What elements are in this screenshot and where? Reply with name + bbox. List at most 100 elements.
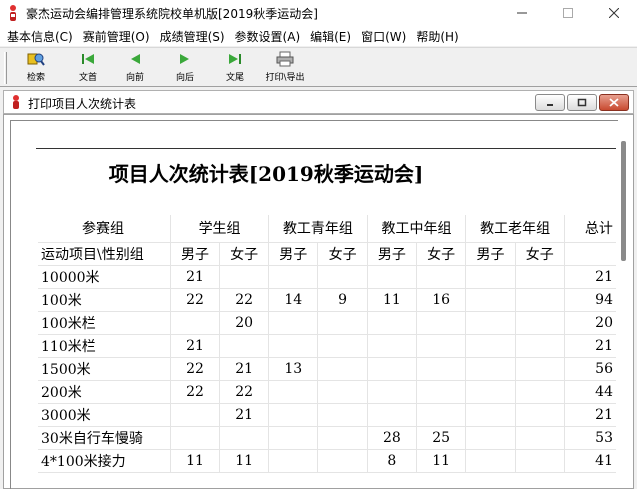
count-cell [317,334,368,358]
event-name: 100米 [38,288,171,312]
next-button[interactable]: 向后 [161,51,209,85]
count-cell: 11 [367,288,418,312]
minimize-button[interactable] [499,0,545,26]
total-cell: 94 [564,288,616,312]
header-gender: 男子 [170,242,221,266]
count-cell: 28 [367,426,418,450]
header-corner-group: 参赛组 [38,215,171,243]
report-viewer[interactable]: 项目人次统计表[2019秋季运动会] 参赛组 学生组 教工青年组 教工中年组 教… [3,114,634,489]
count-cell: 21 [170,334,221,358]
report-page: 项目人次统计表[2019秋季运动会] 参赛组 学生组 教工青年组 教工中年组 教… [36,148,616,489]
close-button[interactable] [591,0,637,26]
window-title: 豪杰运动会编排管理系统院校单机版[2019秋季运动会] [26,7,318,21]
statistics-table: 参赛组 学生组 教工青年组 教工中年组 教工老年组 总计 运动项目\性别组 男子… [38,215,616,473]
count-cell [416,311,467,335]
toolbar: 检索 文首 向前 向后 文尾 打印\导出 [0,47,637,87]
count-cell [317,311,368,335]
first-record-button[interactable]: 文首 [64,51,112,85]
table-row: 100米栏 20 20 [38,311,616,335]
count-cell [219,265,270,289]
child-restore-button[interactable] [567,94,597,111]
menu-pre-event[interactable]: 赛前管理(O) [78,28,155,45]
minimize-icon [517,12,527,14]
count-cell: 21 [170,265,221,289]
count-cell [317,357,368,381]
search-button[interactable]: 检索 [12,51,60,85]
maximize-button[interactable] [545,0,591,26]
count-cell [219,334,270,358]
last-record-label: 文尾 [225,73,244,83]
child-close-button[interactable] [599,94,629,111]
count-cell [416,357,467,381]
count-cell [367,403,418,427]
menu-settings[interactable]: 参数设置(A) [230,28,306,45]
count-cell [416,403,467,427]
table-row: 100米 22 22 14 9 11 16 94 [38,288,616,312]
toolbar-grip[interactable] [4,52,7,84]
count-cell [268,311,319,335]
event-name: 3000米 [38,403,171,427]
count-cell [268,265,319,289]
count-cell [515,334,565,358]
event-name: 10000米 [38,265,171,289]
count-cell: 21 [219,357,270,381]
count-cell [317,449,368,473]
header-gender: 女子 [219,242,270,266]
total-cell: 41 [564,449,616,473]
count-cell [219,426,270,450]
count-cell [367,311,418,335]
event-name: 30米自行车慢骑 [38,426,171,450]
count-cell [367,334,418,358]
close-icon [609,8,619,18]
count-cell [317,426,368,450]
table-row: 3000米 21 21 [38,403,616,427]
count-cell [170,311,221,335]
count-cell: 22 [170,380,221,404]
table-row: 110米栏 21 21 [38,334,616,358]
menu-edit[interactable]: 编辑(E) [305,28,356,45]
count-cell [515,357,565,381]
header-group-middle-staff: 教工中年组 [367,215,467,243]
menu-window[interactable]: 窗口(W) [356,28,411,45]
previous-icon [131,54,140,64]
restore-icon [577,98,587,107]
count-cell [317,403,368,427]
count-cell: 8 [367,449,418,473]
count-cell [465,449,516,473]
next-label: 向后 [175,73,194,83]
count-cell [515,311,565,335]
table-row: 30米自行车慢骑 28 25 53 [38,426,616,450]
header-group-senior-staff: 教工老年组 [465,215,565,243]
count-cell [268,426,319,450]
count-cell: 22 [170,288,221,312]
menu-results[interactable]: 成绩管理(S) [155,28,230,45]
menu-basic-info[interactable]: 基本信息(C) [2,28,78,45]
count-cell [465,357,516,381]
count-cell [465,265,516,289]
header-gender: 男子 [268,242,319,266]
count-cell [416,334,467,358]
count-cell [515,265,565,289]
menu-help[interactable]: 帮助(H) [411,28,463,45]
child-window-title: 打印项目人次统计表 [28,97,137,111]
total-cell: 53 [564,426,616,450]
last-record-button[interactable]: 文尾 [211,51,259,85]
child-minimize-button[interactable] [535,94,565,111]
window-title-bar[interactable]: 豪杰运动会编排管理系统院校单机版[2019秋季运动会] [0,0,637,26]
report-title: 项目人次统计表[2019秋季运动会] [108,162,424,186]
child-window-title-bar[interactable]: 打印项目人次统计表 [3,90,634,114]
count-cell [367,265,418,289]
minimize-icon [547,103,553,106]
report-top-rule [36,148,616,149]
previous-button[interactable]: 向前 [111,51,159,85]
total-cell: 21 [564,403,616,427]
vertical-scrollbar[interactable] [621,141,626,261]
print-export-button[interactable]: 打印\导出 [261,51,309,85]
table-row: 4*100米接力 11 11 8 11 41 [38,449,616,473]
count-cell: 25 [416,426,467,450]
event-name: 1500米 [38,357,171,381]
close-icon [609,98,619,107]
count-cell [515,426,565,450]
count-cell [465,380,516,404]
count-cell [465,403,516,427]
